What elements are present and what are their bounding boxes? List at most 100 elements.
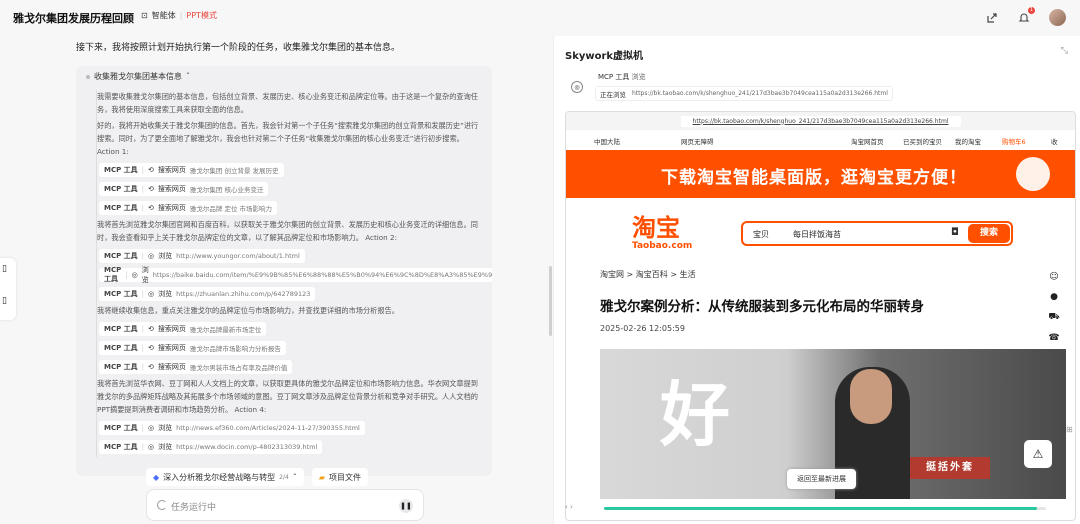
my-taobao-link[interactable]: 我的淘宝 <box>955 136 981 146</box>
url-text[interactable]: https://bk.taobao.com/k/shenghuo_241/217… <box>680 115 961 127</box>
tool-call-chip[interactable]: MCP 工具 | ⟲ 搜索网页 雅戈尔品牌市场影响力分析报告 <box>99 341 286 355</box>
agent-label: 智能体 <box>151 11 176 20</box>
favorites-link[interactable]: 收 <box>1051 136 1058 146</box>
share-icon[interactable] <box>985 11 999 25</box>
tool-name: MCP 工具 <box>104 344 138 352</box>
tool-name: MCP 工具 <box>104 252 138 260</box>
project-files-tab[interactable]: ▰ 项目文件 <box>311 468 368 486</box>
tool-call-row: MCP 工具 | ◎ 浏览 http://www.youngor.com/about/1… <box>99 247 481 265</box>
tool-call-chip[interactable]: MCP 工具 | ◎ 浏览 http://www.youngor.com/about/1… <box>99 249 305 263</box>
chat-icon[interactable]: ☺ <box>1049 272 1058 282</box>
thinking-text: 我将首先浏览雅戈尔集团官网和百度百科，以获取关于雅戈尔集团的创立背景、发展历史和… <box>97 220 478 242</box>
taobao-logo[interactable]: 淘宝 Taobao.com <box>632 215 692 251</box>
notification-bell-icon[interactable]: 1 <box>1017 6 1035 25</box>
cart-icon[interactable]: ⛟ <box>1048 312 1059 323</box>
top-bar: 雅戈尔集团发展历程回顾 ⊡ 智能体 | PPT模式 1 <box>0 0 1080 36</box>
tool-action: 搜索网页 <box>157 204 186 212</box>
tool-call-chip[interactable]: MCP 工具 | ⟲ 搜索网页 雅戈尔男装市场占有率及品牌价值 <box>99 360 293 374</box>
visiting-url-chip[interactable]: 正在浏览 https://bk.taobao.com/k/shenghuo_24… <box>595 86 893 101</box>
search-icon: ⟲ <box>148 344 154 352</box>
taobao-search[interactable]: 宝贝 每日拌饭海苔 ◘ 搜索 <box>741 221 1013 246</box>
chat-input[interactable]: 任务运行中 ❚❚ <box>146 489 424 521</box>
article-title: 雅戈尔案例分析：从传统服装到多元化布局的华丽转身 <box>600 299 924 315</box>
message-icon[interactable]: ● <box>1050 292 1058 302</box>
accessibility-link[interactable]: 网页无障碍 <box>681 136 714 146</box>
tool-name: MCP 工具 <box>104 266 122 283</box>
tool-call-row: MCP 工具 | ⟲ 搜索网页 雅戈尔集团 创立背景 发展历史 <box>99 161 481 179</box>
browse-icon: ◎ <box>571 81 583 93</box>
chevron-up-icon: ˆ <box>292 472 297 482</box>
tool-call-chip[interactable]: MCP 工具 | ◎ 浏览 http://news.ef360.com/Articles… <box>99 421 365 435</box>
mcp-action: 浏览 <box>631 73 646 81</box>
mcp-label: MCP 工具 <box>598 73 630 81</box>
agent-icon: ⊡ <box>141 11 148 20</box>
nav-arrows[interactable]: ‹ › <box>565 503 573 511</box>
browse-icon: ◎ <box>148 252 155 260</box>
tool-action: 浏览 <box>158 424 173 432</box>
tool-name: MCP 工具 <box>104 424 138 432</box>
download-banner[interactable]: 下载淘宝智能桌面版，逛淘宝更方便！ <box>566 150 1075 198</box>
tool-action: 搜索网页 <box>157 363 186 371</box>
pause-button[interactable]: ❚❚ <box>399 499 413 513</box>
cart-link[interactable]: 购物车6 <box>1002 136 1026 146</box>
task-tab[interactable]: ◆ 深入分析雅戈尔经营战略与转型 2/4 ˆ <box>146 468 304 486</box>
tool-call-chip[interactable]: MCP 工具 | ◎ 浏览 https://zhuanlan.zhihu.com/p/6… <box>99 287 316 301</box>
home-link[interactable]: 淘宝网首页 <box>851 136 884 146</box>
mcp-tool-label: MCP 工具 浏览 <box>598 72 646 82</box>
divider: | <box>141 344 145 352</box>
search-category[interactable]: 宝贝 <box>753 229 769 240</box>
tool-name: MCP 工具 <box>104 325 138 333</box>
task-tab-label: 深入分析雅戈尔经营战略与转型 <box>163 472 276 482</box>
scrollbar[interactable] <box>549 266 552 336</box>
browse-icon: ◎ <box>148 424 155 432</box>
tool-call-chip[interactable]: MCP 工具 | ⟲ 搜索网页 雅戈尔集团 核心业务变迁 <box>99 182 269 196</box>
tool-action: 搜索网页 <box>157 185 186 193</box>
back-to-latest-button[interactable]: 返回至最新进展 <box>787 469 856 489</box>
tool-call-chip[interactable]: MCP 工具 | ⟲ 搜索网页 雅戈尔品牌最新市场定位 <box>99 322 267 336</box>
tool-call-chip[interactable]: MCP 工具 | ◎ 浏览 https://baike.baidu.com/item/%… <box>99 266 492 284</box>
thinking-text: 我需要收集雅戈尔集团的基本信息，包括创立背景、发展历史、核心业务变迁和品牌定位等… <box>97 92 478 114</box>
loading-spinner-icon <box>157 500 167 510</box>
service-icon[interactable]: ☎ <box>1048 333 1059 343</box>
tool-query: 雅戈尔品牌最新市场定位 <box>189 326 262 334</box>
progress-fill <box>604 507 1038 510</box>
tool-call-row: MCP 工具 | ⟲ 搜索网页 雅戈尔男装市场占有率及品牌价值 <box>99 358 481 376</box>
tool-call-row: MCP 工具 | ◎ 浏览 http://news.ef360.com/Articles… <box>99 419 481 437</box>
user-avatar[interactable] <box>1049 9 1066 26</box>
region-select[interactable]: 中国大陆 <box>594 136 620 146</box>
tool-call-chip[interactable]: MCP 工具 | ⟲ 搜索网页 雅戈尔集团 创立背景 发展历史 <box>99 163 284 177</box>
chevron-up-icon: ˆ <box>186 72 190 81</box>
replay-progress[interactable] <box>604 507 1046 510</box>
tool-name: MCP 工具 <box>104 443 138 451</box>
search-button[interactable]: 搜索 <box>968 224 1010 243</box>
task-icon: ◆ <box>153 472 160 482</box>
pointer-hand-icon <box>1016 157 1050 191</box>
thinking-header[interactable]: 收集雅戈尔集团基本信息 ˆ <box>86 71 190 82</box>
tool-name: MCP 工具 <box>104 204 138 212</box>
tool-action: 浏览 <box>158 290 173 298</box>
collapse-icon[interactable]: ⤡ <box>1061 46 1068 56</box>
tool-call-row: MCP 工具 | ⟲ 搜索网页 雅戈尔集团 核心业务变迁 <box>99 180 481 198</box>
tool-call-chip[interactable]: MCP 工具 | ◎ 浏览 https://www.docin.com/p-480231… <box>99 440 323 454</box>
tool-query: http://www.youngor.com/about/1.html <box>176 252 300 260</box>
status-dot <box>86 74 90 79</box>
url-bar: https://bk.taobao.com/k/shenghuo_241/217… <box>566 112 1075 130</box>
camera-icon[interactable]: ◘ <box>951 227 959 238</box>
tool-query: 雅戈尔品牌市场影响力分析报告 <box>189 345 281 353</box>
thinking-title: 收集雅戈尔集团基本信息 <box>94 72 182 81</box>
breadcrumb[interactable]: 淘宝网 > 淘宝百科 > 生活 <box>600 269 696 280</box>
browser-window: https://bk.taobao.com/k/shenghuo_241/217… <box>565 111 1076 521</box>
bought-link[interactable]: 已买到的宝贝 <box>903 136 942 146</box>
ppt-mode-label[interactable]: PPT模式 <box>186 10 217 21</box>
warning-icon[interactable]: ⚠ <box>1024 440 1052 468</box>
tool-action: 浏览 <box>158 252 173 260</box>
search-input[interactable]: 每日拌饭海苔 <box>793 229 841 240</box>
input-placeholder: 任务运行中 <box>171 503 217 513</box>
tool-call-chip[interactable]: MCP 工具 | ⟲ 搜索网页 雅戈尔品牌 定位 市场影响力 <box>99 201 278 215</box>
grid-icon[interactable]: ⊞ <box>1066 425 1073 434</box>
tool-action: 搜索网页 <box>157 166 186 174</box>
mode-selector[interactable]: ⊡ 智能体 | PPT模式 <box>141 10 217 21</box>
divider: | <box>141 424 145 432</box>
divider: | <box>141 204 145 212</box>
search-icon: ⟲ <box>148 185 154 193</box>
